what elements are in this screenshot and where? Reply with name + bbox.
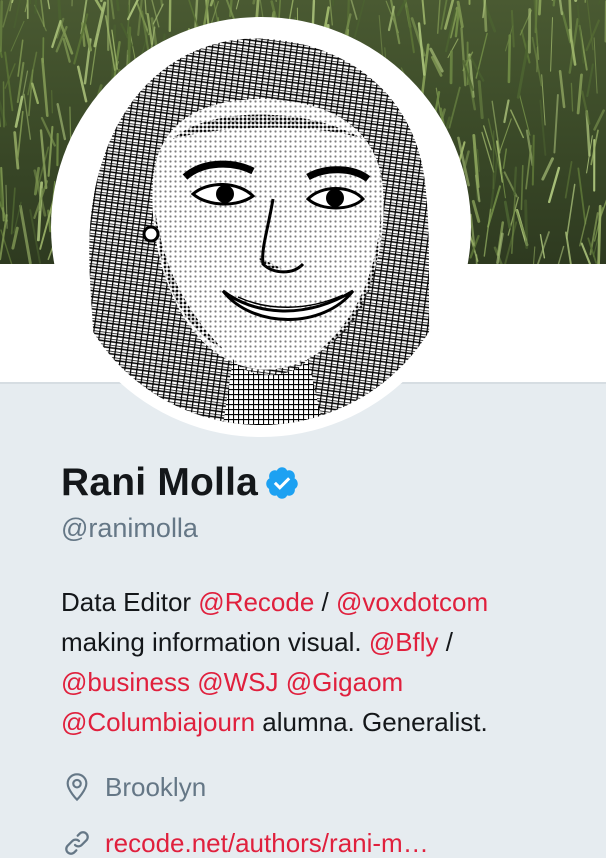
profile-name[interactable]: Rani Molla: [61, 461, 258, 505]
link-icon: [65, 831, 89, 855]
bio-text: Data Editor: [61, 587, 199, 617]
website-row: recode.net/authors/rani-m…: [61, 823, 591, 858]
mention-link-gigaom[interactable]: @Gigaom: [286, 667, 403, 697]
bio-line: making information visual. @Bfly /: [61, 622, 591, 662]
bio-text: making information visual.: [61, 627, 369, 657]
profile-bio: Data Editor @Recode / @voxdotcom making …: [61, 582, 591, 742]
verified-badge-icon[interactable]: [264, 465, 300, 501]
bio-text: /: [438, 627, 454, 657]
profile-handle[interactable]: @ranimolla: [61, 513, 591, 553]
profile-info: Rani Molla @ranimolla Data Editor @Recod…: [61, 455, 591, 858]
location-text: Brooklyn: [105, 771, 207, 802]
name-row: Rani Molla: [61, 455, 591, 511]
mention-link-voxdotcom[interactable]: @voxdotcom: [336, 587, 488, 617]
website-link[interactable]: recode.net/authors/rani-m…: [105, 828, 429, 858]
avatar[interactable]: [63, 29, 459, 425]
location-pin-icon: [66, 773, 88, 802]
bio-text: alumna. Generalist.: [255, 707, 488, 737]
mention-link-columbiajourn[interactable]: @Columbiajourn: [61, 707, 255, 737]
mention-link-recode[interactable]: @Recode: [198, 587, 314, 617]
mention-link-business[interactable]: @business: [61, 667, 190, 697]
bio-line: Data Editor @Recode / @voxdotcom: [61, 582, 591, 622]
mention-link-wsj[interactable]: @WSJ: [197, 667, 278, 697]
bio-line: @Columbiajourn alumna. Generalist.: [61, 702, 591, 742]
bio-line: @business @WSJ @Gigaom: [61, 662, 591, 702]
avatar-hedcut-portrait: [63, 29, 459, 425]
bio-text: /: [314, 587, 336, 617]
mention-link-bfly[interactable]: @Bfly: [369, 627, 439, 657]
profile-card: Rani Molla @ranimolla Data Editor @Recod…: [0, 0, 606, 858]
location-row: Brooklyn: [61, 767, 591, 807]
